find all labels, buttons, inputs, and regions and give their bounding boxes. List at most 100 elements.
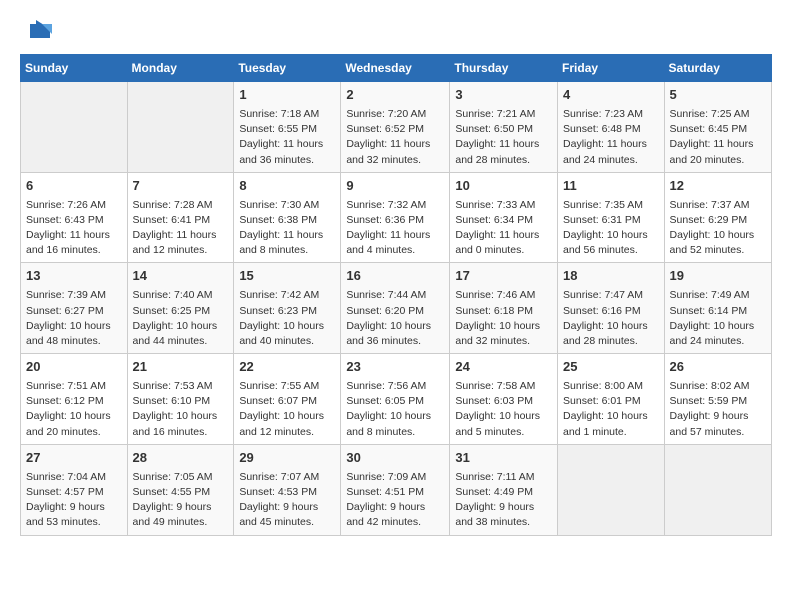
- calendar-cell: 21 Sunrise: 7:53 AM Sunset: 6:10 PM Dayli…: [127, 354, 234, 445]
- day-number: 1: [239, 86, 335, 105]
- calendar-cell: 3Sunrise: 7:21 AM Sunset: 6:50 PM Daylig…: [450, 82, 558, 173]
- day-number: 7: [133, 177, 229, 196]
- day-info: Sunrise: 7:25 AM Sunset: 6:45 PM Dayligh…: [670, 107, 766, 168]
- calendar-cell: 10Sunrise: 7:33 AM Sunset: 6:34 PM Dayli…: [450, 172, 558, 263]
- calendar-cell: 13 Sunrise: 7:39 AM Sunset: 6:27 PM Dayli…: [21, 263, 128, 354]
- calendar-cell: 6 Sunrise: 7:26 AM Sunset: 6:43 PM Daylig…: [21, 172, 128, 263]
- day-number: 31: [455, 449, 552, 468]
- calendar-week-4: 20 Sunrise: 7:51 AM Sunset: 6:12 PM Dayli…: [21, 354, 772, 445]
- day-info: Sunrise: 7:49 AM Sunset: 6:14 PM Dayligh…: [670, 288, 766, 349]
- logo-icon: [22, 20, 52, 42]
- calendar-cell: 7 Sunrise: 7:28 AM Sunset: 6:41 PM Daylig…: [127, 172, 234, 263]
- day-info: Sunrise: 7:26 AM Sunset: 6:43 PM Dayligh…: [26, 198, 122, 259]
- calendar-cell: 27 Sunrise: 7:04 AM Sunset: 4:57 PM Dayli…: [21, 444, 128, 535]
- day-number: 27: [26, 449, 122, 468]
- calendar-cell: 25 Sunrise: 8:00 AM Sunset: 6:01 PM Dayli…: [558, 354, 665, 445]
- day-info: Sunrise: 7:55 AM Sunset: 6:07 PM Dayligh…: [239, 379, 335, 440]
- calendar-cell: 2 Sunrise: 7:20 AM Sunset: 6:52 PM Daylig…: [341, 82, 450, 173]
- weekday-header-monday: Monday: [127, 55, 234, 82]
- day-info: Sunrise: 7:46 AM Sunset: 6:18 PM Dayligh…: [455, 288, 552, 349]
- calendar-cell: 29 Sunrise: 7:07 AM Sunset: 4:53 PM Dayli…: [234, 444, 341, 535]
- day-info: Sunrise: 7:51 AM Sunset: 6:12 PM Dayligh…: [26, 379, 122, 440]
- day-number: 13: [26, 267, 122, 286]
- calendar-cell: 5 Sunrise: 7:25 AM Sunset: 6:45 PM Daylig…: [664, 82, 771, 173]
- day-info: Sunrise: 7:37 AM Sunset: 6:29 PM Dayligh…: [670, 198, 766, 259]
- day-number: 4: [563, 86, 659, 105]
- calendar-cell: 28Sunrise: 7:05 AM Sunset: 4:55 PM Dayli…: [127, 444, 234, 535]
- calendar-table: SundayMondayTuesdayWednesdayThursdayFrid…: [20, 54, 772, 536]
- calendar-cell: 1 Sunrise: 7:18 AM Sunset: 6:55 PM Daylig…: [234, 82, 341, 173]
- day-number: 15: [239, 267, 335, 286]
- day-number: 20: [26, 358, 122, 377]
- day-info: Sunrise: 7:39 AM Sunset: 6:27 PM Dayligh…: [26, 288, 122, 349]
- weekday-header-sunday: Sunday: [21, 55, 128, 82]
- day-info: Sunrise: 7:04 AM Sunset: 4:57 PM Dayligh…: [26, 470, 122, 531]
- calendar-cell: 26 Sunrise: 8:02 AM Sunset: 5:59 PM Dayli…: [664, 354, 771, 445]
- day-info: Sunrise: 8:02 AM Sunset: 5:59 PM Dayligh…: [670, 379, 766, 440]
- day-number: 28: [133, 449, 229, 468]
- calendar-cell: 12 Sunrise: 7:37 AM Sunset: 6:29 PM Dayli…: [664, 172, 771, 263]
- day-info: Sunrise: 7:35 AM Sunset: 6:31 PM Dayligh…: [563, 198, 659, 259]
- day-number: 10: [455, 177, 552, 196]
- calendar-cell: 4 Sunrise: 7:23 AM Sunset: 6:48 PM Daylig…: [558, 82, 665, 173]
- calendar-cell: 20 Sunrise: 7:51 AM Sunset: 6:12 PM Dayli…: [21, 354, 128, 445]
- day-info: Sunrise: 7:42 AM Sunset: 6:23 PM Dayligh…: [239, 288, 335, 349]
- calendar-cell: [21, 82, 128, 173]
- calendar-cell: [558, 444, 665, 535]
- weekday-header-wednesday: Wednesday: [341, 55, 450, 82]
- weekday-header-saturday: Saturday: [664, 55, 771, 82]
- day-info: Sunrise: 7:32 AM Sunset: 6:36 PM Dayligh…: [346, 198, 444, 259]
- day-info: Sunrise: 7:56 AM Sunset: 6:05 PM Dayligh…: [346, 379, 444, 440]
- day-number: 21: [133, 358, 229, 377]
- calendar-cell: 22 Sunrise: 7:55 AM Sunset: 6:07 PM Dayli…: [234, 354, 341, 445]
- day-info: Sunrise: 8:00 AM Sunset: 6:01 PM Dayligh…: [563, 379, 659, 440]
- calendar-week-3: 13 Sunrise: 7:39 AM Sunset: 6:27 PM Dayli…: [21, 263, 772, 354]
- weekday-header-thursday: Thursday: [450, 55, 558, 82]
- calendar-week-1: 1 Sunrise: 7:18 AM Sunset: 6:55 PM Daylig…: [21, 82, 772, 173]
- day-number: 12: [670, 177, 766, 196]
- day-number: 6: [26, 177, 122, 196]
- calendar-cell: 9 Sunrise: 7:32 AM Sunset: 6:36 PM Daylig…: [341, 172, 450, 263]
- day-number: 5: [670, 86, 766, 105]
- day-info: Sunrise: 7:30 AM Sunset: 6:38 PM Dayligh…: [239, 198, 335, 259]
- logo: [20, 20, 52, 38]
- day-info: Sunrise: 7:53 AM Sunset: 6:10 PM Dayligh…: [133, 379, 229, 440]
- day-info: Sunrise: 7:11 AM Sunset: 4:49 PM Dayligh…: [455, 470, 552, 531]
- calendar-cell: 17 Sunrise: 7:46 AM Sunset: 6:18 PM Dayli…: [450, 263, 558, 354]
- calendar-cell: 11 Sunrise: 7:35 AM Sunset: 6:31 PM Dayli…: [558, 172, 665, 263]
- calendar-week-5: 27 Sunrise: 7:04 AM Sunset: 4:57 PM Dayli…: [21, 444, 772, 535]
- day-number: 30: [346, 449, 444, 468]
- weekday-header-friday: Friday: [558, 55, 665, 82]
- page-header: [20, 20, 772, 38]
- day-number: 22: [239, 358, 335, 377]
- day-number: 23: [346, 358, 444, 377]
- day-number: 16: [346, 267, 444, 286]
- calendar-cell: 24 Sunrise: 7:58 AM Sunset: 6:03 PM Dayli…: [450, 354, 558, 445]
- day-number: 17: [455, 267, 552, 286]
- day-number: 24: [455, 358, 552, 377]
- day-number: 26: [670, 358, 766, 377]
- calendar-cell: 31 Sunrise: 7:11 AM Sunset: 4:49 PM Dayli…: [450, 444, 558, 535]
- day-info: Sunrise: 7:44 AM Sunset: 6:20 PM Dayligh…: [346, 288, 444, 349]
- day-info: Sunrise: 7:18 AM Sunset: 6:55 PM Dayligh…: [239, 107, 335, 168]
- day-info: Sunrise: 7:20 AM Sunset: 6:52 PM Dayligh…: [346, 107, 444, 168]
- calendar-cell: [664, 444, 771, 535]
- day-info: Sunrise: 7:40 AM Sunset: 6:25 PM Dayligh…: [133, 288, 229, 349]
- calendar-cell: [127, 82, 234, 173]
- day-number: 2: [346, 86, 444, 105]
- day-number: 29: [239, 449, 335, 468]
- calendar-cell: 23 Sunrise: 7:56 AM Sunset: 6:05 PM Dayli…: [341, 354, 450, 445]
- day-info: Sunrise: 7:09 AM Sunset: 4:51 PM Dayligh…: [346, 470, 444, 531]
- day-number: 19: [670, 267, 766, 286]
- day-info: Sunrise: 7:07 AM Sunset: 4:53 PM Dayligh…: [239, 470, 335, 531]
- day-info: Sunrise: 7:58 AM Sunset: 6:03 PM Dayligh…: [455, 379, 552, 440]
- day-number: 9: [346, 177, 444, 196]
- day-info: Sunrise: 7:23 AM Sunset: 6:48 PM Dayligh…: [563, 107, 659, 168]
- day-number: 11: [563, 177, 659, 196]
- day-number: 25: [563, 358, 659, 377]
- day-info: Sunrise: 7:28 AM Sunset: 6:41 PM Dayligh…: [133, 198, 229, 259]
- weekday-header-tuesday: Tuesday: [234, 55, 341, 82]
- calendar-cell: 19 Sunrise: 7:49 AM Sunset: 6:14 PM Dayli…: [664, 263, 771, 354]
- calendar-cell: 18Sunrise: 7:47 AM Sunset: 6:16 PM Dayli…: [558, 263, 665, 354]
- day-number: 14: [133, 267, 229, 286]
